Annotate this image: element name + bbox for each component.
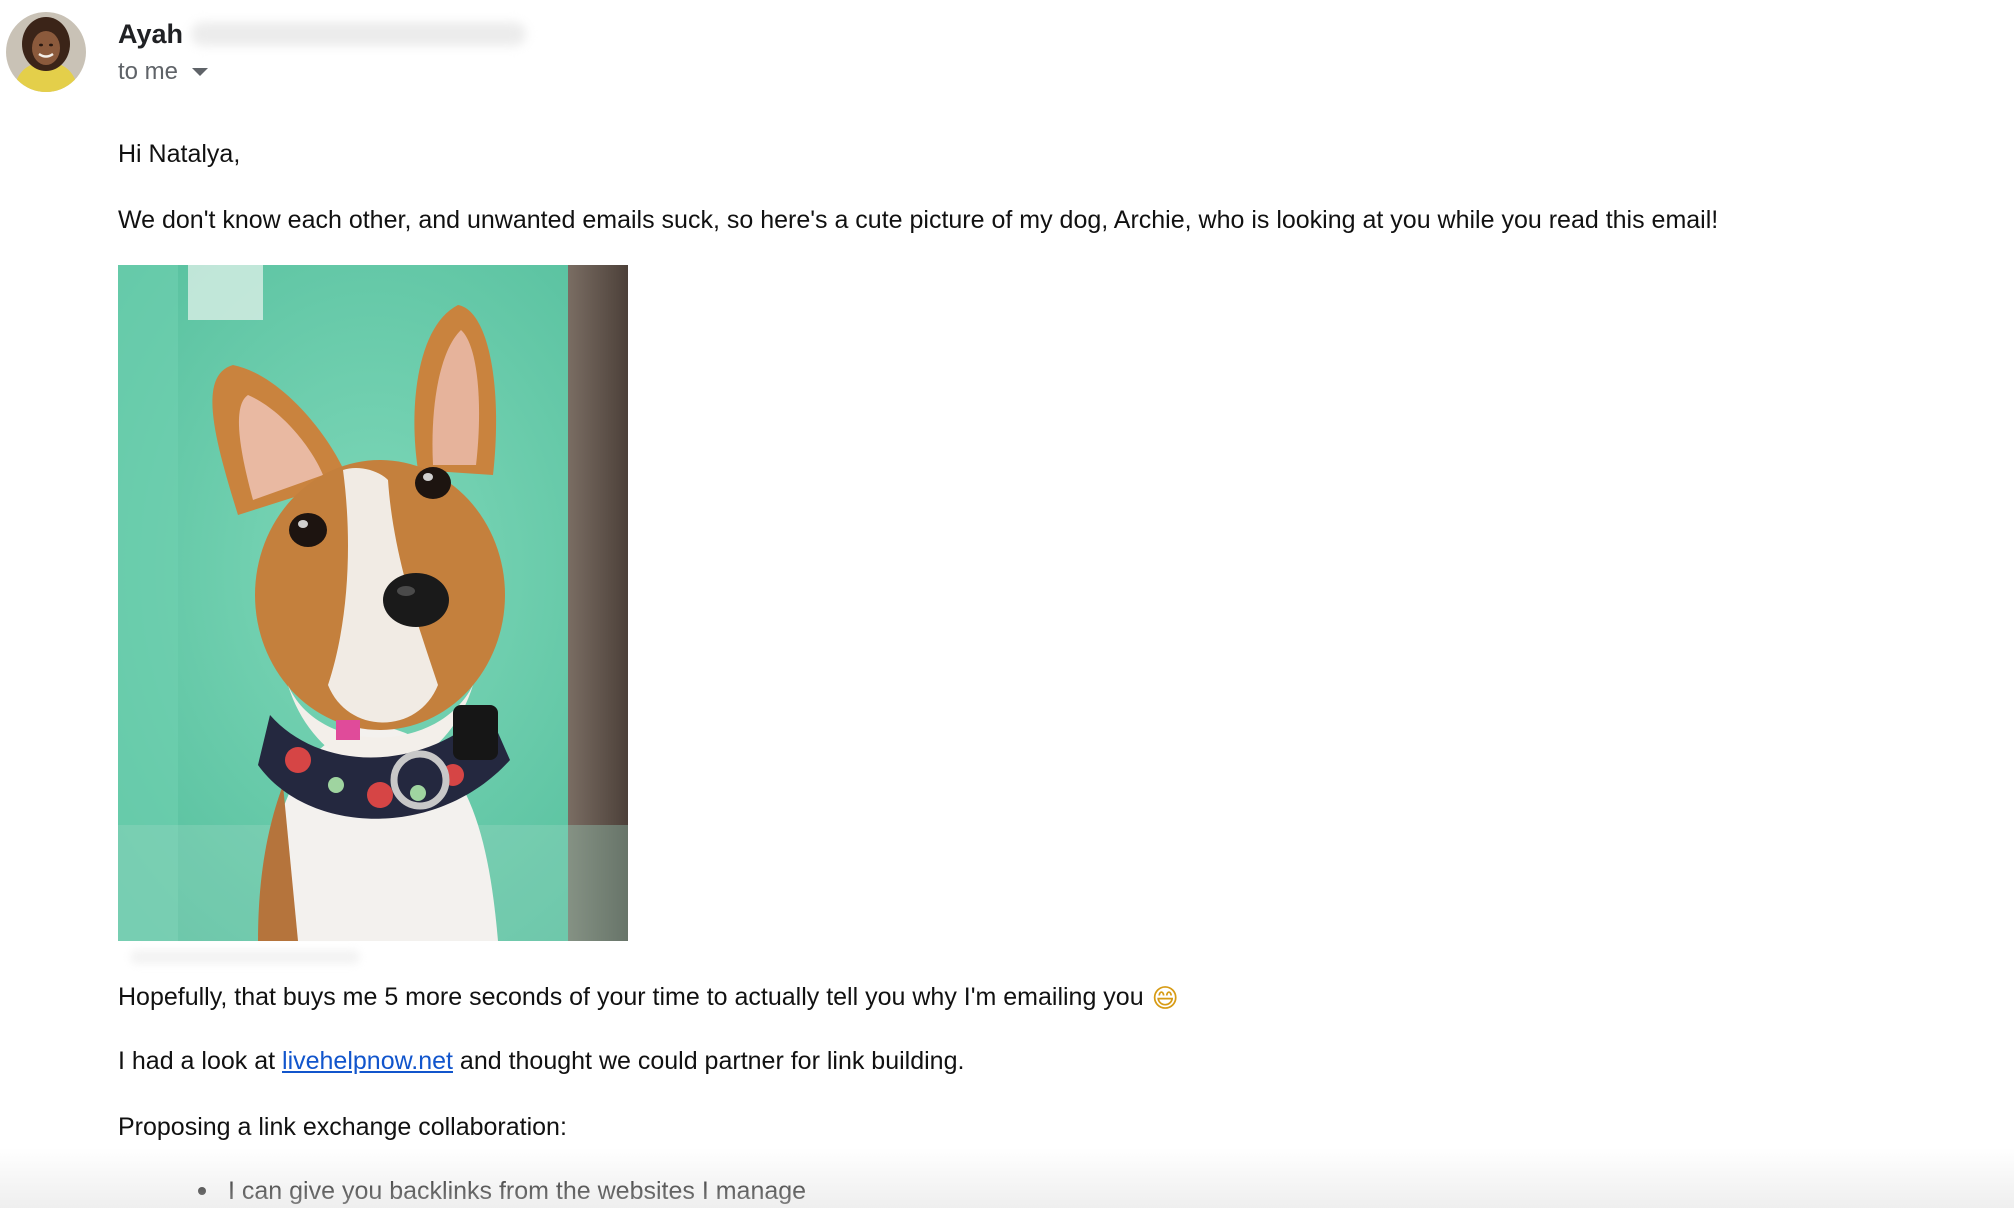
list-item-text: I can give you backlinks from the websit… [228,1177,807,1205]
sender-line: Ayah [118,14,527,54]
email-hopefully-paragraph: Hopefully, that buys me 5 more seconds o… [118,980,1179,1016]
email-proposal-paragraph: Proposing a link exchange collaboration: [118,1113,567,1141]
grinning-face-emoji-icon: 😄 [1151,984,1179,1014]
sender-email-redacted [191,22,527,46]
website-link[interactable]: livehelpnow.net [282,1047,453,1075]
email-intro-paragraph: We don't know each other, and unwanted e… [118,206,1719,234]
recipient-label: to me [118,58,179,85]
dog-photo[interactable] [118,265,628,941]
proposal-bullet-list: I can give you backlinks from the websit… [190,1174,806,1208]
hopefully-text: Hopefully, that buys me 5 more seconds o… [118,983,1144,1011]
recipient-details-toggle[interactable]: to me [118,56,209,88]
list-item: I can give you backlinks from the websit… [190,1174,806,1208]
chevron-down-icon[interactable] [192,68,209,76]
email-website-paragraph: I had a look at livehelpnow.net and thou… [118,1044,964,1078]
email-greeting: Hi Natalya, [118,140,241,168]
email-view: Ayah to me Hi Natalya, We don't know eac… [0,0,2014,1208]
sender-avatar[interactable] [6,12,86,92]
sender-name[interactable]: Ayah [118,19,183,50]
website-text-suffix: and thought we could partner for link bu… [452,1047,965,1075]
bullet-icon [198,1187,206,1195]
website-text-prefix: I had a look at [118,1047,283,1075]
photo-caption-redacted [130,950,360,964]
dog-photo-icon [118,265,628,941]
avatar-photo-icon [6,12,86,92]
